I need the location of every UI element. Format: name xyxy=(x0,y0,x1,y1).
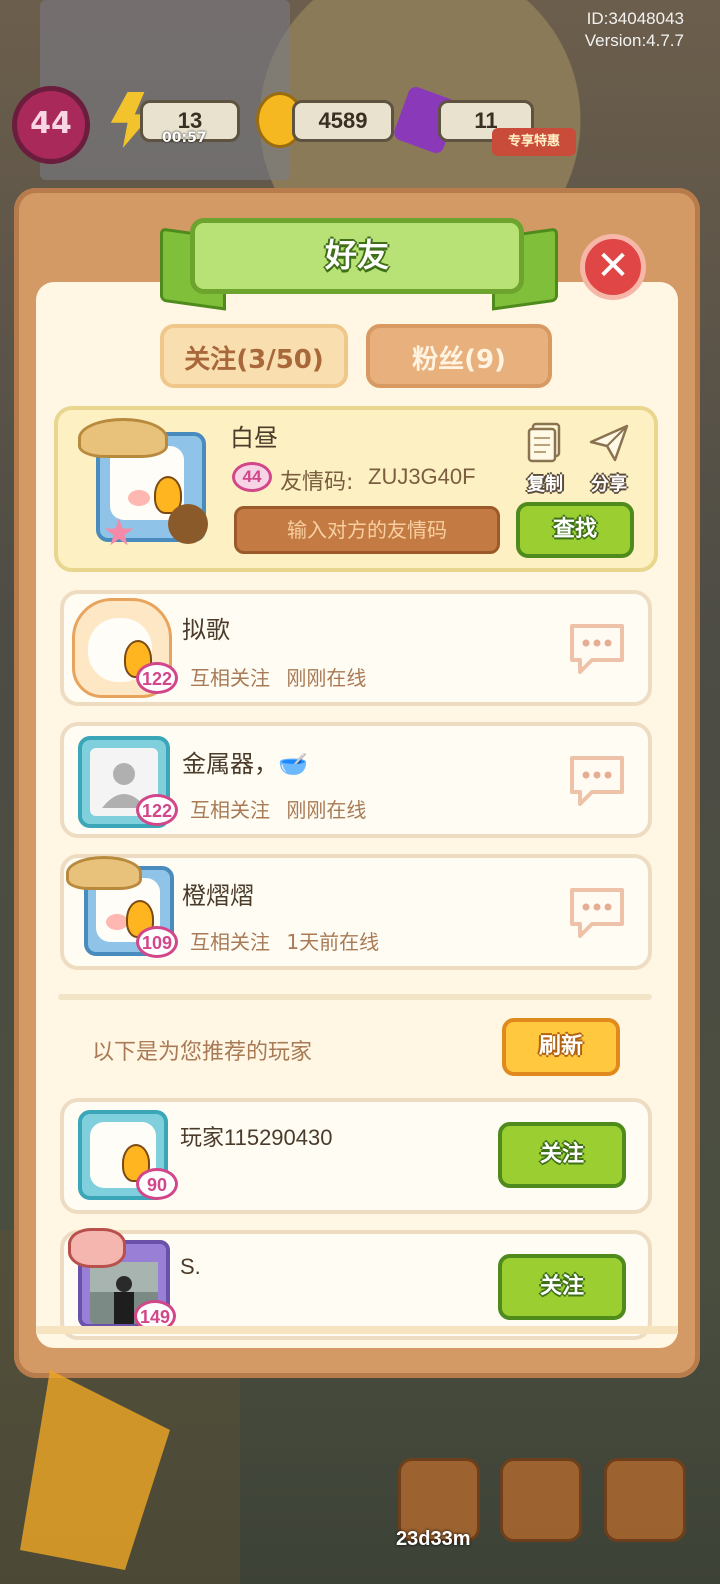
copy-label: 复制 xyxy=(527,474,563,495)
friend-code-input[interactable]: 输入对方的友情码 xyxy=(234,506,500,554)
duck-cheek xyxy=(128,490,150,506)
my-name: 白昼 xyxy=(230,424,278,452)
event-timer: 23d33m xyxy=(396,1528,471,1550)
friend-code-value: ZUJ3G40F xyxy=(368,464,476,489)
copy-button[interactable]: 复制 xyxy=(514,420,576,496)
online-text: 1天前在线 xyxy=(286,930,380,954)
tab-fans[interactable]: 粉丝(9) xyxy=(366,324,552,388)
friend-name: 橙熠熠 xyxy=(182,882,254,910)
online-text: 刚刚在线 xyxy=(286,798,367,822)
relation-text: 互相关注 xyxy=(190,930,270,954)
straw-hat-decoration xyxy=(66,856,142,890)
close-button[interactable]: ✕ xyxy=(580,234,646,300)
section-divider xyxy=(58,994,652,1000)
straw-hat-decoration xyxy=(78,418,168,458)
follow-button[interactable]: 关注 xyxy=(498,1254,626,1320)
friend-status: 互相关注 1天前在线 xyxy=(190,926,379,955)
close-icon: ✕ xyxy=(596,243,630,289)
level-heart: 122 xyxy=(136,662,178,694)
my-level-heart: 44 xyxy=(232,462,272,492)
share-label: 分享 xyxy=(591,474,627,495)
relation-text: 互相关注 xyxy=(190,798,270,822)
paper-plane-icon xyxy=(589,424,629,462)
recommend-title: 以下是为您推荐的玩家 xyxy=(92,1040,313,1065)
find-button[interactable]: 查找 xyxy=(516,502,634,558)
share-button[interactable]: 分享 xyxy=(578,420,640,496)
level-heart: 109 xyxy=(136,926,178,958)
energy-timer: 00:57 xyxy=(162,130,207,146)
tab-following[interactable]: 关注(3/50) xyxy=(160,324,348,388)
friend-status: 互相关注 刚刚在线 xyxy=(190,662,366,691)
version-info: ID:34048043 Version:4.7.7 xyxy=(585,8,684,52)
follow-button[interactable]: 关注 xyxy=(498,1122,626,1188)
duck-cheek xyxy=(106,914,128,930)
coin-counter[interactable]: 4589 xyxy=(292,100,394,142)
friends-ghost-icon[interactable] xyxy=(604,1458,686,1542)
coconut-decoration xyxy=(168,504,208,544)
friend-code-label: 友情码: xyxy=(280,470,354,495)
chat-bubble-icon[interactable] xyxy=(566,752,628,808)
refresh-button[interactable]: 刷新 xyxy=(502,1018,620,1076)
pig-ears-decoration xyxy=(68,1228,126,1268)
friend-name: 拟歌 xyxy=(182,616,230,644)
friend-name: 金属器，🥣 xyxy=(182,750,308,778)
chat-bubble-icon[interactable] xyxy=(566,620,628,676)
player-name: S. xyxy=(180,1254,201,1279)
friend-status: 互相关注 刚刚在线 xyxy=(190,794,366,823)
player-id: ID:34048043 xyxy=(586,9,684,28)
online-text: 刚刚在线 xyxy=(286,666,367,690)
special-offer-button[interactable]: 专享特惠 xyxy=(492,128,576,156)
chat-bubble-icon[interactable] xyxy=(566,884,628,940)
level-heart: 122 xyxy=(136,794,178,826)
list-bottom-edge xyxy=(36,1326,678,1334)
player-name: 玩家115290430 xyxy=(180,1125,333,1150)
version-text: Version:4.7.7 xyxy=(584,31,684,50)
dialog-title: 好友 xyxy=(190,218,524,294)
mystery-star-icon[interactable] xyxy=(500,1458,582,1542)
player-level-badge[interactable]: 44 xyxy=(12,86,90,164)
relation-text: 互相关注 xyxy=(190,666,270,690)
level-heart: 90 xyxy=(136,1168,178,1200)
copy-icon xyxy=(527,422,561,463)
